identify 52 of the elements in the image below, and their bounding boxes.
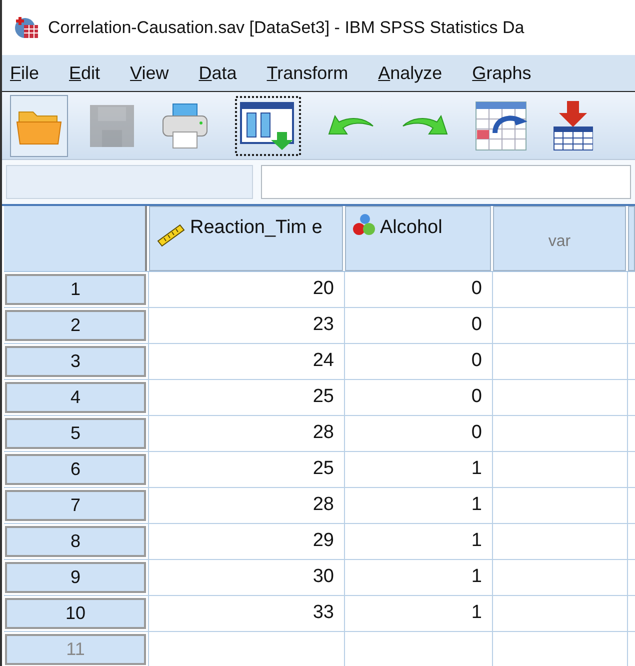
table-cell: 28 [148,416,342,451]
table-cell: 1 [344,488,490,523]
three-circles-icon [352,213,376,237]
variables-window-icon [235,96,301,156]
printer-icon [161,102,209,150]
row-number[interactable]: 3 [5,346,146,377]
window-title: Correlation-Causation.sav [DataSet3] - IBM SPSS Statistics Da [48,16,524,39]
ruler-icon [156,223,186,247]
table-cell: 1 [344,524,490,559]
menu-item[interactable]: Transform [266,60,348,86]
cell-name-field[interactable] [6,165,253,199]
table-cell: 25 [148,452,342,487]
menu-item[interactable]: Edit [69,60,100,86]
table-cell: 20 [148,272,342,307]
table-cell: 0 [344,380,490,415]
column-header[interactable] [628,206,635,271]
table-cell: 1 [344,560,490,595]
menu-item[interactable]: Data [198,60,237,86]
menu-item[interactable]: File [10,60,40,86]
row-number[interactable]: 4 [5,382,146,413]
row-number[interactable]: 6 [5,454,146,485]
table-cell: 0 [344,272,490,307]
table-cell: 0 [344,344,490,379]
table-download-icon [553,100,593,150]
table-cell: 1 [344,452,490,487]
column-label: Alcohol [380,216,442,240]
row-number[interactable]: 10 [5,598,146,629]
menu-item[interactable]: View [130,60,169,86]
table-cell: 0 [344,416,490,451]
row-number[interactable]: 5 [5,418,146,449]
row-number[interactable]: 9 [5,562,146,593]
cell-value-field[interactable] [261,165,631,199]
menu-item[interactable]: Graphs [472,60,532,86]
table-cell: 23 [148,308,342,343]
row-number[interactable]: 2 [5,310,146,341]
table-cell: 29 [148,524,342,559]
row-number[interactable]: 7 [5,490,146,521]
table-cell: 0 [344,308,490,343]
column-label: var [548,232,571,252]
column-header[interactable]: Reaction_Tim e [149,206,343,271]
column-header[interactable]: Alcohol [345,206,491,271]
menu-item[interactable]: Analyze [378,60,442,86]
table-cell: 30 [148,560,342,595]
table-cell: 28 [148,488,342,523]
column-label: Reaction_Tim e [190,216,322,240]
table-cell: 25 [148,380,342,415]
row-number[interactable]: 8 [5,526,146,557]
row-number[interactable]: 1 [5,274,146,305]
app-icon [14,14,40,40]
table-cell: 24 [148,344,342,379]
table-cell: 33 [148,596,342,631]
table-cell: 1 [344,596,490,631]
